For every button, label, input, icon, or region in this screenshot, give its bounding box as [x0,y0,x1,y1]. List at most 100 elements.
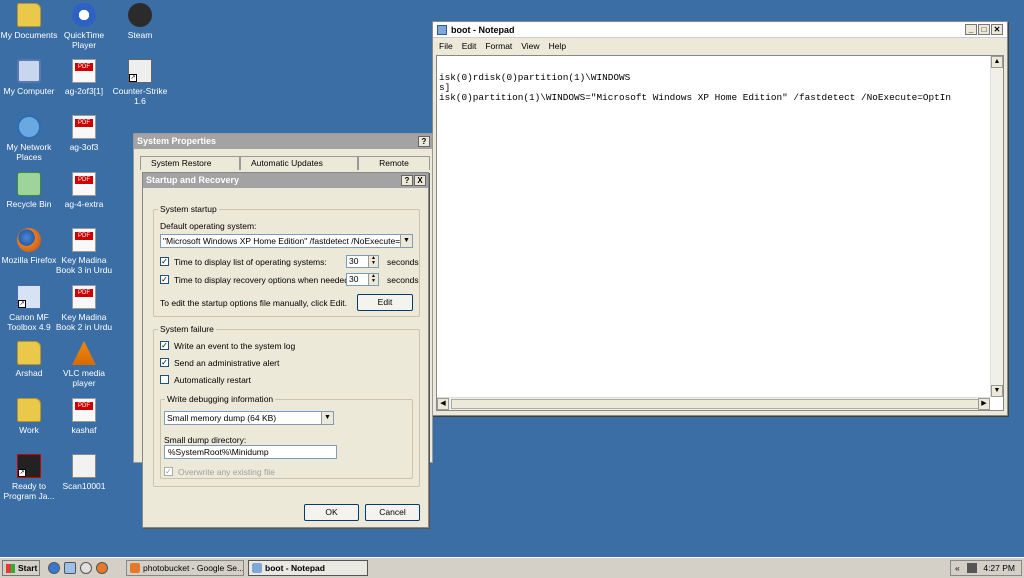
default-os-select[interactable]: "Microsoft Windows XP Home Edition" /fas… [160,234,413,248]
menu-view[interactable]: View [521,41,539,51]
desktop-icon-my-documents[interactable]: My Documents [0,3,58,40]
recovery-options-label: Time to display recovery options when ne… [174,275,352,285]
edit-button[interactable]: Edit [357,294,413,311]
dump-dir-input[interactable]: %SystemRoot%\Minidump [164,445,337,459]
notepad-titlebar[interactable]: boot - Notepad _ □ ✕ [433,22,1007,38]
display-list-spinner[interactable]: 30 ▲ ▼ [346,255,379,268]
desktop-icon-key-madina-3[interactable]: Key Madina Book 3 in Urdu [55,228,113,275]
internet-explorer-icon[interactable] [48,562,60,574]
tab-automatic-updates[interactable]: Automatic Updates [240,156,358,170]
overwrite-checkbox[interactable]: ✓ [164,467,173,476]
send-alert-label: Send an administrative alert [174,358,280,368]
desktop-icon-work[interactable]: Work [0,398,58,435]
dump-type-select[interactable]: Small memory dump (64 KB) ▼ [164,411,334,425]
send-alert-checkbox[interactable]: ✓ [160,358,169,367]
recovery-options-value: 30 [349,274,359,284]
chevron-down-icon[interactable]: ▼ [321,412,333,424]
recovery-options-spinner[interactable]: 30 ▲ ▼ [346,273,379,286]
desktop-icon-quicktime[interactable]: QuickTime Player [55,3,113,50]
computer-icon [17,59,41,83]
desktop-icon-ag-2of3[interactable]: ag-2of3[1] [55,59,113,96]
write-event-checkbox[interactable]: ✓ [160,341,169,350]
vertical-scrollbar[interactable]: ▲ ▼ [990,56,1003,397]
spinner-arrows-icon[interactable]: ▲ ▼ [368,256,378,267]
desktop-icon-canon[interactable]: ↗ Canon MF Toolbox 4.9 [0,285,58,332]
maximize-button[interactable]: □ [978,24,990,35]
recovery-options-checkbox[interactable]: ✓ [160,275,169,284]
scroll-up-arrow-icon[interactable]: ▲ [991,56,1003,68]
pdf-file-icon [72,115,96,139]
folder-icon [17,3,41,27]
display-list-checkbox[interactable]: ✓ [160,257,169,266]
chevron-down-icon[interactable]: ▼ [400,235,412,247]
scroll-left-arrow-icon[interactable]: ◀ [437,398,449,410]
show-desktop-icon[interactable] [64,562,76,574]
tab-remote[interactable]: Remote [358,156,430,170]
help-button[interactable]: ? [418,136,430,147]
horizontal-scrollbar[interactable]: ◀ ▶ [437,397,990,410]
notepad-edit-area[interactable]: isk(0)rdisk(0)partition(1)\WINDOWS s] isk(… [436,55,1004,411]
system-properties-titlebar[interactable]: System Properties [134,134,432,149]
desktop-icon-ready-to-program[interactable]: ↗ Ready to Program Ja... [0,454,58,501]
task-notepad[interactable]: boot - Notepad [248,560,368,576]
menu-file[interactable]: File [439,41,453,51]
desktop-icon-vlc[interactable]: VLC media player [55,341,113,388]
media-player-icon[interactable] [80,562,92,574]
ok-button[interactable]: OK [304,504,359,521]
dump-dir-label: Small dump directory: [164,435,247,445]
help-button[interactable]: ? [401,175,413,186]
system-tray: « 4:27 PM [950,560,1022,576]
menu-format[interactable]: Format [485,41,512,51]
auto-restart-checkbox[interactable] [160,375,169,384]
tab-system-restore[interactable]: System Restore [140,156,240,170]
minimize-button[interactable]: _ [965,24,977,35]
horizontal-scroll-thumb[interactable] [451,399,981,409]
default-os-label: Default operating system: [160,221,257,231]
desktop-icon-kashaf[interactable]: kashaf [55,398,113,435]
desktop-icon-arshad[interactable]: Arshad [0,341,58,378]
tray-expand-chevron-icon[interactable]: « [955,561,960,575]
desktop-icon-scan10001[interactable]: Scan10001 [55,454,113,491]
seconds-label: seconds [387,275,419,285]
menu-edit[interactable]: Edit [462,41,477,51]
desktop-icon-steam[interactable]: Steam [111,3,169,40]
menu-help[interactable]: Help [549,41,566,51]
notepad-menubar: File Edit Format View Help [433,38,1007,53]
pdf-file-icon [72,172,96,196]
scroll-down-arrow-icon[interactable]: ▼ [991,385,1003,397]
notepad-text[interactable]: isk(0)rdisk(0)partition(1)\WINDOWS s] isk(… [439,73,989,396]
desktop-icon-key-madina-2[interactable]: Key Madina Book 2 in Urdu [55,285,113,332]
scroll-right-arrow-icon[interactable]: ▶ [978,398,990,410]
speaker-icon[interactable] [967,563,977,573]
desktop-icon-recycle-bin[interactable]: Recycle Bin [0,172,58,209]
desktop-icon-my-network-places[interactable]: My Network Places [0,115,58,162]
clock[interactable]: 4:27 PM [983,563,1015,573]
desktop-icon-my-computer[interactable]: My Computer [0,59,58,96]
notepad-window[interactable]: boot - Notepad _ □ ✕ File Edit Format Vi… [432,21,1008,416]
desktop-icon-ag-4-extra[interactable]: ag-4-extra [55,172,113,209]
default-os-value: "Microsoft Windows XP Home Edition" /fas… [163,236,413,246]
task-photobucket[interactable]: photobucket - Google Se... [126,560,244,576]
cancel-button[interactable]: Cancel [365,504,420,521]
firefox-icon[interactable] [96,562,108,574]
quicktime-icon [72,3,96,27]
taskbar: Start photobucket - Google Se... boot - … [0,557,1024,578]
startup-recovery-titlebar[interactable]: Startup and Recovery [143,173,428,188]
startup-recovery-dialog[interactable]: Startup and Recovery ? X System startup … [142,172,429,528]
ready-to-program-icon: ↗ [17,454,41,478]
start-button[interactable]: Start [2,560,40,576]
desktop-icon-counter-strike[interactable]: ↗ Counter-Strike 1.6 [111,59,169,106]
pdf-file-icon [72,285,96,309]
desktop-icon-firefox[interactable]: Mozilla Firefox [0,228,58,265]
auto-restart-label: Automatically restart [174,375,251,385]
counter-strike-icon: ↗ [128,59,152,83]
folder-icon [17,398,41,422]
firefox-icon [130,563,140,573]
spinner-arrows-icon[interactable]: ▲ ▼ [368,274,378,285]
steam-icon [128,3,152,27]
close-button[interactable]: ✕ [991,24,1003,35]
display-list-label: Time to display list of operating system… [174,257,327,267]
desktop-icon-ag-3of3[interactable]: ag-3of3 [55,115,113,152]
close-button[interactable]: X [414,175,426,186]
firefox-icon [17,228,41,252]
